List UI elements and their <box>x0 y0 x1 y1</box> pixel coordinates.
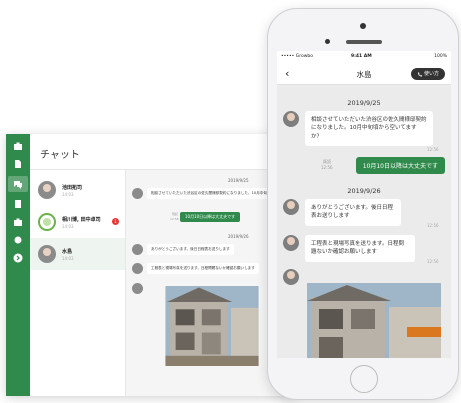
unread-badge: 1 <box>112 218 119 225</box>
date-separator: 2019/9/25 <box>228 178 249 183</box>
conversation-list: 池田拓司 14:03 相川博, 田中卓司 14:03 1 水島 14:03 <box>30 170 126 396</box>
my-message-bubble: 10月10日以降は大丈夫です <box>355 157 445 174</box>
building-icon[interactable] <box>12 198 24 210</box>
phone-icon <box>417 72 422 76</box>
help-label: 使い方 <box>423 71 439 77</box>
avatar <box>283 199 299 215</box>
status-bar: ••••• Growbo 9:41 AM 100% <box>277 51 451 63</box>
phone-speaker <box>346 40 382 44</box>
read-receipt: 既読 <box>172 212 179 216</box>
conversation-time: 14:03 <box>62 223 74 229</box>
message: ありがとうございます。後日日程表お送りします <box>132 244 234 256</box>
page-title: チャット <box>40 150 80 161</box>
nav-bar: ‹ 水島 使い方 <box>277 63 451 85</box>
phone-sensor <box>325 39 330 44</box>
conversation-name: 池田拓司 <box>62 184 83 191</box>
read-receipt: 既読 <box>323 159 331 164</box>
avatar <box>283 269 299 285</box>
chevron-right-icon[interactable] <box>12 252 24 264</box>
message-bubble: ありがとうございます。後日日程表お送りします <box>305 199 401 226</box>
message-bubble: 相談させていただいた渋谷区の佐久間様邸契約になりました。10月中旬頃から空いてま… <box>305 111 433 146</box>
message-time: 12:56 <box>170 217 179 221</box>
avatar <box>132 188 143 199</box>
chat-header: チャット <box>30 134 296 170</box>
conversation-item[interactable]: 池田拓司 14:03 <box>30 174 125 206</box>
message-time: 12:56 <box>321 165 333 170</box>
phone-screen: ••••• Growbo 9:41 AM 100% ‹ 水島 使い方 2019/… <box>277 51 451 358</box>
avatar <box>38 181 56 199</box>
document-icon[interactable] <box>12 158 24 170</box>
avatar <box>38 245 56 263</box>
briefcase-icon[interactable] <box>12 140 24 152</box>
battery-level: 100% <box>434 54 447 59</box>
message-time: 12:56 <box>427 259 439 264</box>
site-photo[interactable] <box>148 286 276 366</box>
conversation-name: 相川博, 田中卓司 <box>62 216 101 223</box>
avatar <box>283 235 299 251</box>
conversation-item[interactable]: 水島 14:03 <box>30 238 125 270</box>
help-button[interactable]: 使い方 <box>410 68 445 80</box>
sidebar-rail <box>6 134 30 396</box>
message: 相談させていただいた渋谷区の佐久間様邸契約になりました。10月中旬頃から空いてま… <box>283 111 433 146</box>
date-separator: 2019/9/25 <box>347 99 381 107</box>
message: 工程表と現場写真を送ります。日程問題ないか確認お願いします <box>132 263 259 275</box>
chat-icon[interactable] <box>8 176 28 192</box>
site-photo[interactable] <box>307 283 441 358</box>
avatar <box>132 244 143 255</box>
conversation-time: 14:03 <box>62 191 74 197</box>
home-button[interactable] <box>350 365 378 393</box>
message: 工程表と現場写真を送ります。日程問題ないか確認お願いします <box>283 235 415 262</box>
message-bubble: 工程表と現場写真を送ります。日程問題ないか確認お願いします <box>147 263 259 275</box>
avatar <box>132 263 143 274</box>
avatar <box>38 213 56 231</box>
avatar <box>283 111 299 127</box>
message <box>283 269 299 285</box>
carrier-label: ••••• Growbo <box>281 54 313 59</box>
conversation-name: 水島 <box>62 248 73 255</box>
message-bubble: 工程表と現場写真を送ります。日程問題ないか確認お願いします <box>305 235 415 262</box>
gear-icon[interactable] <box>12 234 24 246</box>
message-time: 12:56 <box>427 223 439 228</box>
my-message-bubble: 10月10日以降は大丈夫です <box>180 212 241 222</box>
date-separator: 2019/9/26 <box>228 234 249 239</box>
message <box>132 283 143 294</box>
phone-camera <box>360 23 366 29</box>
phone-mockup: ••••• Growbo 9:41 AM 100% ‹ 水島 使い方 2019/… <box>267 8 459 400</box>
desktop-app-window: チャット 池田拓司 14:03 相川博, 田中卓司 14:03 1 水島 14:… <box>6 134 296 396</box>
conversation-item[interactable]: 相川博, 田中卓司 14:03 1 <box>30 206 125 238</box>
date-separator: 2019/9/26 <box>347 187 381 195</box>
status-time: 9:41 AM <box>351 54 372 59</box>
message-time: 12:56 <box>427 147 439 152</box>
conversation-time: 14:03 <box>62 255 74 261</box>
briefcase-icon[interactable] <box>12 216 24 228</box>
message: ありがとうございます。後日日程表お送りします <box>283 199 401 226</box>
message-bubble: ありがとうございます。後日日程表お送りします <box>147 244 234 256</box>
avatar <box>132 283 143 294</box>
